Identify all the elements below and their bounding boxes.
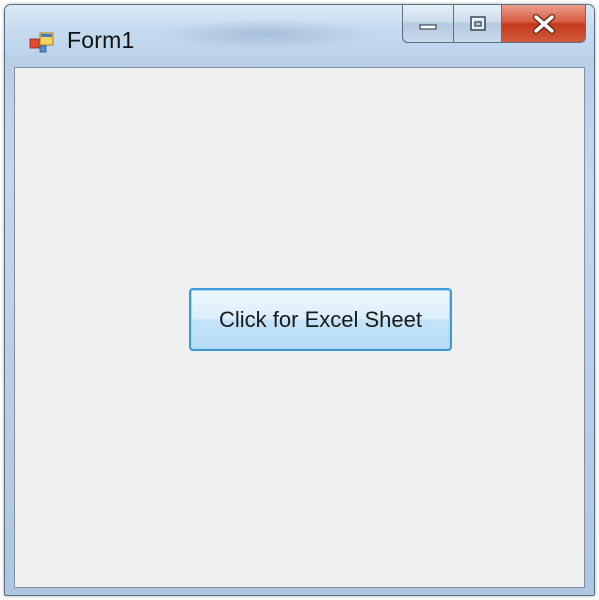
minimize-button[interactable]	[402, 5, 454, 43]
excel-sheet-button[interactable]: Click for Excel Sheet	[189, 288, 452, 351]
form1-window: Form1 Click for Excel Sheet	[4, 4, 595, 596]
close-icon	[532, 13, 555, 34]
minimize-icon	[419, 23, 437, 30]
window-title: Form1	[67, 27, 135, 53]
winforms-app-icon[interactable]	[29, 31, 55, 53]
maximize-button[interactable]	[454, 5, 502, 43]
close-button[interactable]	[502, 5, 586, 43]
title-bar-glow	[155, 19, 375, 49]
title-bar[interactable]: Form1	[5, 5, 594, 67]
window-controls	[402, 5, 586, 45]
form-client-area: Click for Excel Sheet	[14, 67, 585, 588]
maximize-icon	[469, 15, 486, 31]
